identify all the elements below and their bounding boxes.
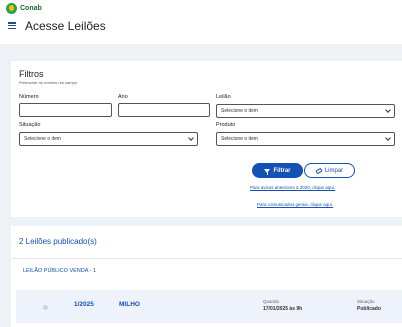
status-dot-icon xyxy=(43,305,48,310)
filters-hint: Preencher no mínimo um campo xyxy=(19,80,78,85)
situacao-select[interactable]: Selecione o item xyxy=(19,132,198,146)
auction-number: 1/2025 xyxy=(74,301,94,308)
when-label: Quando xyxy=(263,299,280,304)
produto-select[interactable]: Selecione o item xyxy=(216,132,395,146)
conab-logo[interactable]: Conab xyxy=(6,3,42,14)
produto-label: Produto xyxy=(216,122,236,128)
filter-button-label: Filtrar xyxy=(273,167,291,174)
clear-button-label: Limpar xyxy=(324,167,344,174)
filter-button[interactable]: Filtrar xyxy=(252,163,303,178)
chevron-down-icon xyxy=(188,135,194,141)
when-value: 17/01/2025 às 9h xyxy=(263,306,303,312)
numero-label: Número xyxy=(19,94,39,100)
leilao-select[interactable]: Selecione o item xyxy=(216,104,395,118)
general-notices-link[interactable]: Para comunicados gerais, clique aqui. xyxy=(257,202,333,207)
leilao-label: Leilão xyxy=(216,94,231,100)
auction-row[interactable]: 1/2025 MILHO Quando 17/01/2025 às 9h Sit… xyxy=(16,290,402,323)
leilao-select-value: Selecione o item xyxy=(221,108,258,114)
status-value: Publicado xyxy=(357,306,381,312)
page-title: Acesse Leilões xyxy=(25,19,106,33)
chevron-down-icon xyxy=(385,135,391,141)
numero-input[interactable] xyxy=(19,103,112,117)
results-count-title: 2 Leilões publicado(s) xyxy=(19,237,97,246)
top-bar: Conab Acesse Leilões xyxy=(0,0,402,44)
logo-text: Conab xyxy=(20,5,42,12)
filters-card: Filtros Preencher no mínimo um campo Núm… xyxy=(11,61,402,217)
clear-button[interactable]: Limpar xyxy=(304,163,355,178)
situacao-label: Situação xyxy=(19,122,41,128)
produto-select-value: Selecione o item xyxy=(221,136,258,142)
chevron-down-icon xyxy=(385,107,391,113)
eraser-icon xyxy=(315,167,323,174)
conab-logo-icon xyxy=(6,3,17,14)
hamburger-menu-icon[interactable] xyxy=(8,22,16,29)
divider xyxy=(11,258,402,259)
sale-title[interactable]: LEILÃO PÚBLICO VENDA - 1 xyxy=(23,268,96,274)
results-card: 2 Leilões publicado(s) LEILÃO PÚBLICO VE… xyxy=(11,226,402,327)
situacao-select-value: Selecione o item xyxy=(24,136,61,142)
ano-label: Ano xyxy=(118,94,128,100)
filter-icon xyxy=(264,168,271,175)
ano-input[interactable] xyxy=(118,103,210,117)
filters-title: Filtros xyxy=(19,69,44,79)
auction-product: MILHO xyxy=(119,301,140,308)
old-notices-link[interactable]: Para avisos anteriores a 2020, clique aq… xyxy=(250,185,335,190)
status-label: Situação xyxy=(357,299,375,304)
